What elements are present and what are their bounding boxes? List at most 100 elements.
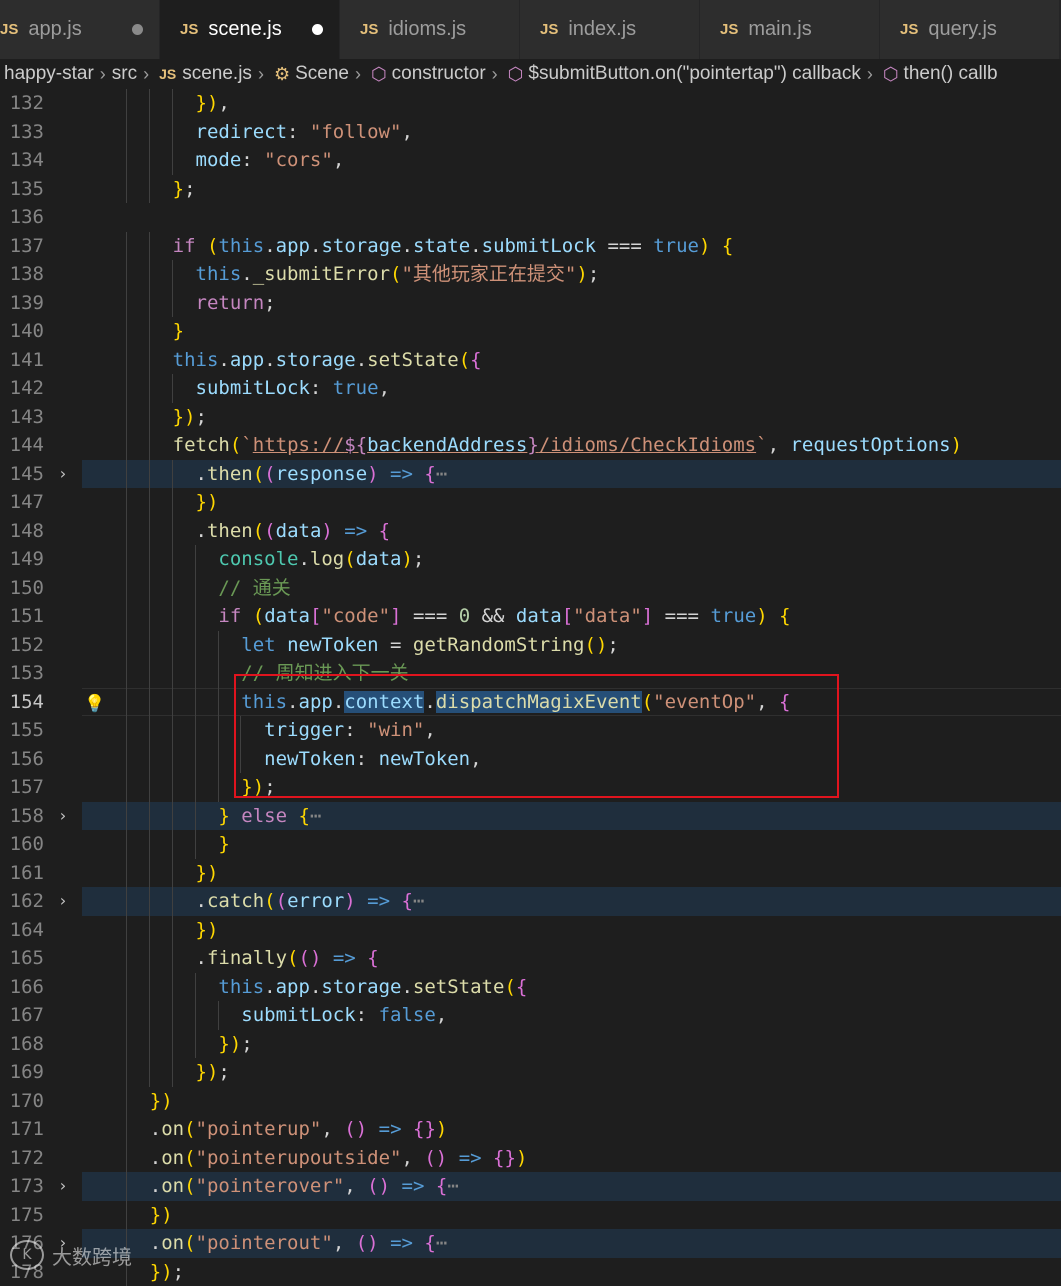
line-number: 167 bbox=[0, 1001, 44, 1030]
code-line[interactable]: 172 .on("pointerupoutside", () => {}) bbox=[0, 1144, 1061, 1173]
line-number: 166 bbox=[0, 973, 44, 1002]
code-line[interactable]: 175 }) bbox=[0, 1201, 1061, 1230]
code-line[interactable]: 144 fetch(`https://${backendAddress}/idi… bbox=[0, 431, 1061, 460]
code-line[interactable]: 148 .then((data) => { bbox=[0, 517, 1061, 546]
breadcrumb-folder[interactable]: src bbox=[112, 63, 137, 85]
lightbulb-icon[interactable]: 💡 bbox=[84, 690, 105, 719]
code-line[interactable]: 166 this.app.storage.setState({ bbox=[0, 973, 1061, 1002]
breadcrumb: happy-star › src › JSscene.js › ⚙Scene ›… bbox=[0, 59, 1061, 89]
code-line[interactable]: 167 submitLock: false, bbox=[0, 1001, 1061, 1030]
line-number: 150 bbox=[0, 574, 44, 603]
breadcrumb-method[interactable]: ⬡constructor bbox=[367, 63, 486, 85]
code-line[interactable]: 170 }) bbox=[0, 1087, 1061, 1116]
code-line[interactable]: 168 }); bbox=[0, 1030, 1061, 1059]
fold-chevron-icon[interactable]: › bbox=[58, 460, 68, 489]
fold-chevron-icon[interactable]: › bbox=[58, 802, 68, 831]
code-line[interactable]: 141 this.app.storage.setState({ bbox=[0, 346, 1061, 375]
line-number: 133 bbox=[0, 118, 44, 147]
line-number: 155 bbox=[0, 716, 44, 745]
code-text: fetch(`https://${backendAddress}/idioms/… bbox=[104, 431, 962, 460]
tab-label: idioms.js bbox=[388, 18, 466, 41]
line-number: 158 bbox=[0, 802, 44, 831]
fold-chevron-icon[interactable]: › bbox=[58, 1172, 68, 1201]
code-line[interactable]: 145 › .then((response) => {⋯ bbox=[0, 460, 1061, 489]
code-line[interactable]: 136 bbox=[0, 203, 1061, 232]
line-number: 168 bbox=[0, 1030, 44, 1059]
breadcrumb-file[interactable]: JSscene.js bbox=[155, 63, 252, 85]
code-line[interactable]: 173› .on("pointerover", () => {⋯ bbox=[0, 1172, 1061, 1201]
code-text: .then((response) => {⋯ bbox=[104, 460, 447, 489]
code-line[interactable]: 162› .catch((error) => {⋯ bbox=[0, 887, 1061, 916]
code-text: }); bbox=[104, 1030, 253, 1059]
code-line[interactable]: 150 // 通关 bbox=[0, 574, 1061, 603]
code-text: .on("pointerover", () => {⋯ bbox=[104, 1172, 459, 1201]
code-line[interactable]: 169 }); bbox=[0, 1058, 1061, 1087]
tab-app-js[interactable]: JSapp.js bbox=[0, 0, 160, 59]
code-text: .finally(() => { bbox=[104, 944, 379, 973]
breadcrumb-project[interactable]: happy-star bbox=[0, 63, 94, 85]
breadcrumb-class[interactable]: ⚙Scene bbox=[270, 63, 349, 85]
line-number: 134 bbox=[0, 146, 44, 175]
code-line[interactable]: 147 }) bbox=[0, 488, 1061, 517]
tab-label: main.js bbox=[748, 18, 811, 41]
tab-index-js[interactable]: JSindex.js bbox=[520, 0, 700, 59]
code-line[interactable]: 165 .finally(() => { bbox=[0, 944, 1061, 973]
line-number: 143 bbox=[0, 403, 44, 432]
js-file-icon: JS bbox=[360, 21, 378, 38]
tab-label: app.js bbox=[28, 18, 81, 41]
code-line[interactable]: 135 }; bbox=[0, 175, 1061, 204]
code-text: console.log(data); bbox=[104, 545, 424, 574]
line-number: 154 bbox=[0, 688, 44, 717]
code-line[interactable]: 178 }); bbox=[0, 1258, 1061, 1286]
code-line[interactable]: 143 }); bbox=[0, 403, 1061, 432]
code-line[interactable]: 161 }) bbox=[0, 859, 1061, 888]
code-line[interactable]: 149 console.log(data); bbox=[0, 545, 1061, 574]
code-line[interactable]: 139 return; bbox=[0, 289, 1061, 318]
line-number: 151 bbox=[0, 602, 44, 631]
tab-label: scene.js bbox=[208, 18, 281, 41]
tab-idioms-js[interactable]: JS idioms.js bbox=[340, 0, 520, 59]
watermark-text: 大数跨境 bbox=[52, 1241, 132, 1270]
code-line[interactable]: 137 if (this.app.storage.state.submitLoc… bbox=[0, 232, 1061, 261]
code-line[interactable]: 171 .on("pointerup", () => {}) bbox=[0, 1115, 1061, 1144]
breadcrumb-callback[interactable]: ⬡$submitButton.on("pointertap") callback bbox=[504, 63, 861, 85]
code-line[interactable]: 158› } else {⋯ bbox=[0, 802, 1061, 831]
code-line[interactable]: 133 redirect: "follow", bbox=[0, 118, 1061, 147]
code-line[interactable]: 151 if (data["code"] === 0 && data["data… bbox=[0, 602, 1061, 631]
tab-scene-js[interactable]: JSscene.js bbox=[160, 0, 340, 59]
js-file-icon: JS bbox=[720, 21, 738, 38]
line-number: 164 bbox=[0, 916, 44, 945]
fold-chevron-icon[interactable]: › bbox=[58, 887, 68, 916]
code-line[interactable]: 140 } bbox=[0, 317, 1061, 346]
code-line[interactable]: 138 this._submitError("其他玩家正在提交"); bbox=[0, 260, 1061, 289]
watermark: K 大数跨境 bbox=[10, 1240, 132, 1270]
chevron-right-icon: › bbox=[100, 64, 106, 85]
code-line[interactable]: 160 } bbox=[0, 830, 1061, 859]
line-number: 161 bbox=[0, 859, 44, 888]
code-line[interactable]: 176› .on("pointerout", () => {⋯ bbox=[0, 1229, 1061, 1258]
chevron-right-icon: › bbox=[143, 64, 149, 85]
tab-main-js[interactable]: JS main.js bbox=[700, 0, 880, 59]
method-icon: ⬡ bbox=[367, 64, 387, 85]
line-number: 170 bbox=[0, 1087, 44, 1116]
unsaved-dot-icon[interactable] bbox=[132, 24, 143, 35]
code-text: }) bbox=[104, 488, 218, 517]
code-text: }; bbox=[104, 175, 196, 204]
code-line[interactable]: 152 let newToken = getRandomString(); bbox=[0, 631, 1061, 660]
breadcrumb-then-callback[interactable]: ⬡then() callb bbox=[879, 63, 998, 85]
code-line[interactable]: 132 }), bbox=[0, 89, 1061, 118]
line-number: 132 bbox=[0, 89, 44, 118]
line-number: 136 bbox=[0, 203, 44, 232]
line-number: 145 bbox=[0, 460, 44, 489]
code-line[interactable]: 134 mode: "cors", bbox=[0, 146, 1061, 175]
line-number: 153 bbox=[0, 659, 44, 688]
code-line[interactable]: 164 }) bbox=[0, 916, 1061, 945]
tab-query-js[interactable]: JSquery.js bbox=[880, 0, 1060, 59]
code-line[interactable]: 142 submitLock: true, bbox=[0, 374, 1061, 403]
code-text: } bbox=[104, 830, 230, 859]
line-number: 148 bbox=[0, 517, 44, 546]
code-text: submitLock: false, bbox=[104, 1001, 447, 1030]
unsaved-dot-icon[interactable] bbox=[312, 24, 323, 35]
watermark-logo-icon: K bbox=[10, 1240, 44, 1270]
line-number: 139 bbox=[0, 289, 44, 318]
